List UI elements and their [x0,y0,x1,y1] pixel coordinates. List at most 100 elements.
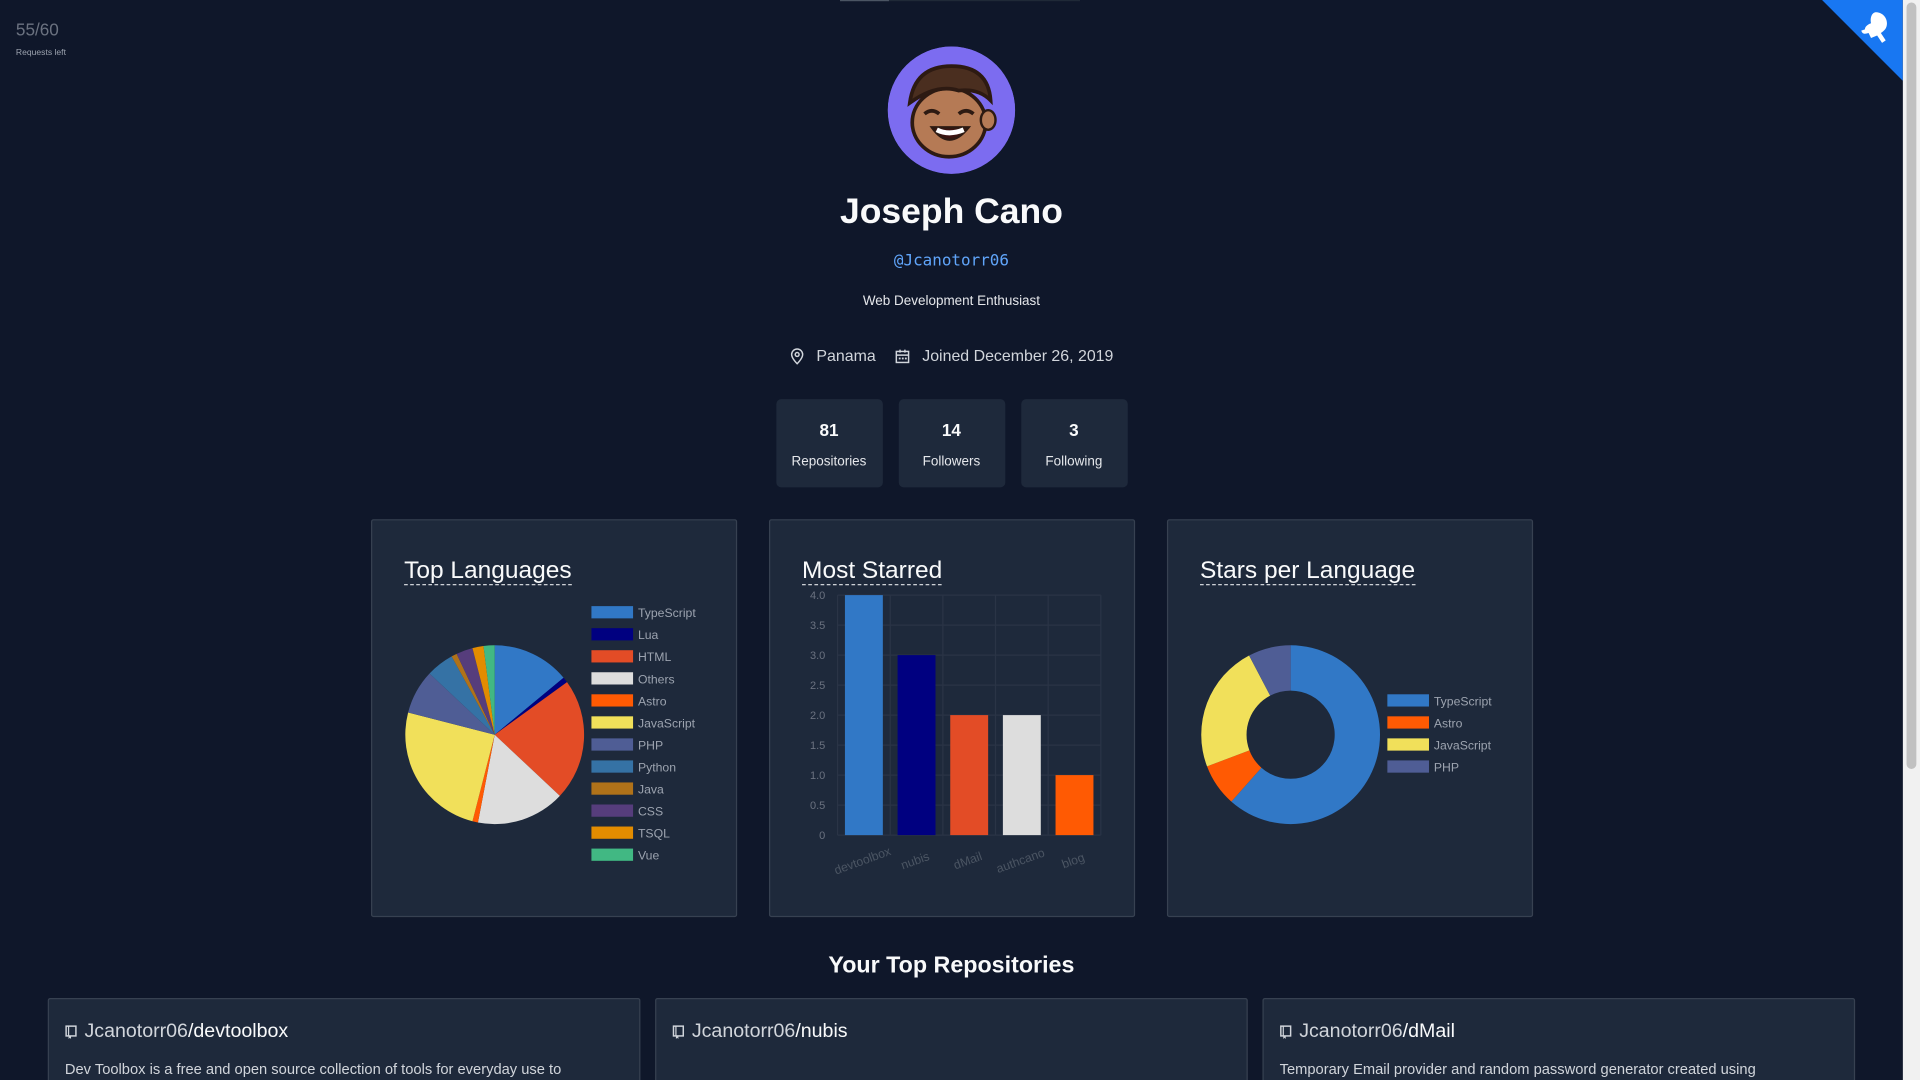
repo-card[interactable]: Jcanotorr06/devtoolbox Dev Toolbox is a … [47,997,641,1080]
most-starred-card: 0 0.5 1.0 1.5 2.0 2.5 3.0 3.5 4.0 devtoolbox nubis… [768,519,1136,918]
repo-name: devtoolbox [193,1021,289,1043]
profile-meta: Panama Joined December 26, 2019 [0,347,1903,365]
y-tick-label: 0.5 [810,800,825,812]
y-tick-label: 3.5 [810,620,825,632]
top-divider-2 [888,0,1081,2]
legend-label: Lua [638,628,659,642]
x-tick-label: nubis [899,849,931,872]
x-tick-label: authcano [994,845,1046,875]
legend-swatch [591,848,634,861]
y-tick-label: 2.0 [810,710,825,722]
stat-label: Following [1045,454,1103,469]
legend-label: Others [638,672,675,686]
legend-swatch [591,782,634,795]
repo-title[interactable]: Jcanotorr06/nubis [672,1021,1230,1043]
legend-label: JavaScript [1434,738,1492,752]
legend-swatch [591,716,634,729]
top-divider [840,0,889,2]
repo-icon [1280,1025,1292,1039]
legend-label: Astro [638,694,667,708]
legend-label: Astro [1434,716,1463,730]
stat-value: 14 [941,420,961,440]
repo-owner: Jcanotorr06 [84,1021,188,1043]
scrollbar-thumb[interactable] [1906,2,1917,769]
legend-label: JavaScript [638,716,696,730]
legend-swatch [591,826,634,839]
top-languages-title: Top Languages [404,557,572,586]
bar-devtoolbox [844,595,883,836]
profile-bio: Web Development Enthusiast [862,293,1041,309]
bar-dmail [950,715,989,836]
y-tick-label: 4.0 [810,590,825,602]
legend-swatch [591,738,634,751]
joined: Joined December 26, 2019 [895,347,1113,365]
x-tick-label: devtoolbox [832,844,892,877]
y-tick-label: 3.0 [810,650,825,662]
stars-per-language-card: TypeScript Astro JavaScript PHP Stars per L… [1166,519,1534,918]
y-tick-label: 2.5 [810,680,825,692]
bar-authcano [1002,715,1041,836]
rate-limit-label: Requests left [15,48,66,58]
avatar [887,46,1016,174]
legend-swatch [1387,738,1429,751]
legend-label: HTML [638,650,671,664]
location-text: Panama [816,346,876,365]
stats-row: 81 Repositories 14 Followers 3 Following [0,399,1903,488]
profile-handle[interactable]: @Jcanotorr06 [0,252,1903,270]
stat-value: 3 [1069,420,1079,440]
repo-card[interactable]: Jcanotorr06/dMail Temporary Email provid… [1262,997,1856,1080]
legend-swatch [591,606,634,619]
legend-swatch [591,672,634,685]
legend-swatch [1387,694,1429,707]
top-languages-card: TypeScript Lua HTML Others Astro JavaScript PH… [371,519,738,918]
repo-icon [672,1025,685,1039]
repo-description: Temporary Email provider and random pass… [1279,1060,1756,1078]
bar-nubis [897,655,936,836]
repo-card[interactable]: Jcanotorr06/nubis [655,997,1248,1080]
legend-label: Java [638,782,664,796]
x-tick-label: blog [1060,850,1087,871]
rate-limit-count: 55/60 [15,19,59,40]
bar-blog [1055,775,1094,836]
location: Panama [789,346,876,365]
github-corner-icon[interactable] [1822,0,1903,81]
legend-label: TypeScript [1434,694,1492,708]
top-repos-title: Your Top Repositories [828,952,1075,979]
repo-name: dMail [1408,1021,1455,1043]
legend-swatch [1387,760,1429,773]
repo-title[interactable]: Jcanotorr06/dMail [1280,1021,1838,1043]
y-tick-label: 0 [819,830,825,842]
stat-following: 3 Following [1020,399,1128,488]
stat-label: Repositories [791,454,867,469]
legend-label: Python [638,760,676,774]
legend-swatch [591,628,634,641]
repo-title[interactable]: Jcanotorr06/devtoolbox [65,1021,623,1043]
scrollbar[interactable] [1902,0,1920,1080]
repo-owner: Jcanotorr06 [691,1021,796,1043]
repo-owner: Jcanotorr06 [1299,1021,1403,1043]
joined-text: Joined December 26, 2019 [922,346,1114,365]
legend-swatch [591,760,634,773]
stat-value: 81 [819,420,839,440]
plot-area: 0 0.5 1.0 1.5 2.0 2.5 3.0 3.5 4.0 devtoolbox nubis… [810,590,1102,877]
legend-label: PHP [1434,760,1459,774]
stat-repositories: 81 Repositories [775,399,883,488]
stars-per-language-title: Stars per Language [1200,557,1416,586]
stat-followers: 14 Followers [898,399,1005,488]
legend-label: CSS [638,805,663,819]
repo-description: Dev Toolbox is a free and open source co… [64,1060,562,1078]
calendar-icon [895,348,910,363]
legend-swatch [591,650,634,663]
most-starred-title: Most Starred [802,557,943,586]
stat-label: Followers [922,454,981,469]
y-tick-label: 1.5 [810,740,825,752]
rate-limit: 55/60 Requests left [16,20,66,58]
legend-label: PHP [638,738,663,752]
repo-icon [65,1025,77,1039]
x-tick-label: dMail [952,849,984,872]
legend-swatch [1387,716,1429,729]
legend-label: TSQL [638,827,670,841]
profile-name: Joseph Cano [839,192,1063,232]
legend-swatch [591,694,634,707]
location-pin-icon [790,347,804,365]
